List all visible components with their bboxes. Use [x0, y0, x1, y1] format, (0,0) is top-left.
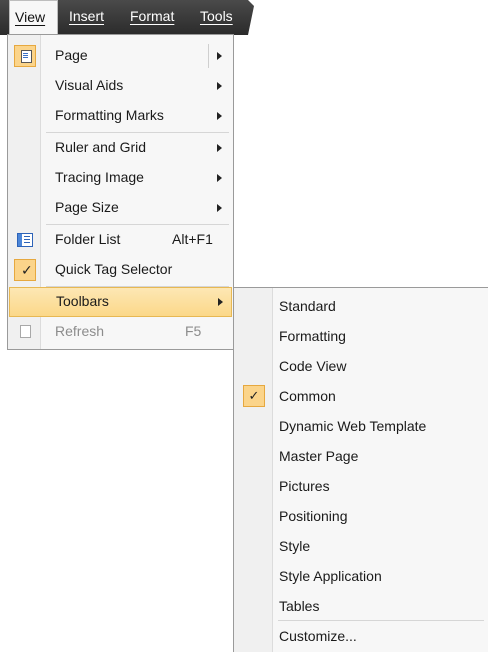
- menu-item-tracing-image[interactable]: Tracing Image: [9, 163, 232, 193]
- menu-bar: View Insert Format Tools: [0, 0, 254, 35]
- menu-item-visual-aids[interactable]: Visual Aids: [9, 71, 232, 101]
- toolbars-submenu: Standard Formatting Code View ✓ Common D…: [233, 287, 488, 652]
- menu-item-label: Tracing Image: [55, 169, 144, 185]
- menu-item-label: Toolbars: [56, 293, 109, 309]
- submenu-item-standard[interactable]: Standard: [234, 291, 488, 321]
- folder-list-icon: [14, 229, 36, 251]
- submenu-item-label: Style: [279, 538, 311, 554]
- menu-item-label: Refresh: [55, 323, 105, 339]
- menu-item-ruler-and-grid[interactable]: Ruler and Grid: [9, 133, 232, 163]
- menu-screenshot: View Insert Format Tools Page Visual Aid…: [0, 0, 488, 652]
- submenu-item-formatting[interactable]: Formatting: [234, 321, 488, 351]
- submenu-item-dynamic-web-template[interactable]: Dynamic Web Template: [234, 411, 488, 441]
- submenu-item-tables[interactable]: Tables: [234, 591, 488, 621]
- submenu-item-label: Standard: [279, 298, 336, 314]
- submenu-item-label: Style Application: [279, 568, 382, 584]
- submenu-item-customize[interactable]: Customize...: [234, 621, 488, 651]
- page-icon: [14, 45, 36, 67]
- checkmark-icon: ✓: [243, 385, 265, 407]
- menu-insert[interactable]: Insert: [69, 0, 104, 35]
- menu-item-quick-tag-selector[interactable]: ✓ Quick Tag Selector: [9, 255, 232, 285]
- submenu-item-master-page[interactable]: Master Page: [234, 441, 488, 471]
- submenu-item-label: Master Page: [279, 448, 359, 464]
- checkmark-icon: ✓: [14, 259, 36, 281]
- menu-item-label: Quick Tag Selector: [55, 261, 173, 277]
- menu-item-label: Ruler and Grid: [55, 139, 147, 155]
- submenu-item-label: Tables: [279, 598, 320, 614]
- submenu-arrow-icon: [217, 174, 222, 182]
- menu-item-refresh[interactable]: Refresh F5: [9, 317, 232, 347]
- menu-item-page-size[interactable]: Page Size: [9, 193, 232, 223]
- menu-view[interactable]: View: [9, 0, 58, 35]
- menu-item-folder-list[interactable]: Folder List Alt+F1: [9, 225, 232, 255]
- menu-tools[interactable]: Tools: [200, 0, 233, 35]
- submenu-arrow-icon: [218, 298, 223, 306]
- submenu-item-label: Formatting: [279, 328, 346, 344]
- menu-item-shortcut: Alt+F1: [172, 231, 213, 247]
- submenu-item-style[interactable]: Style: [234, 531, 488, 561]
- submenu-split-divider: [208, 44, 209, 68]
- refresh-icon: [14, 321, 36, 343]
- submenu-item-label: Positioning: [279, 508, 348, 524]
- menu-item-formatting-marks[interactable]: Formatting Marks: [9, 101, 232, 131]
- submenu-item-label: Common: [279, 388, 336, 404]
- menu-item-label: Page Size: [55, 199, 119, 215]
- menu-item-label: Page: [55, 47, 88, 63]
- view-menu: Page Visual Aids Formatting Marks Ruler …: [7, 34, 234, 350]
- menu-item-label: Formatting Marks: [55, 107, 164, 123]
- submenu-item-pictures[interactable]: Pictures: [234, 471, 488, 501]
- submenu-arrow-icon: [217, 52, 222, 60]
- submenu-item-label: Code View: [279, 358, 347, 374]
- submenu-item-label: Customize...: [279, 628, 357, 644]
- submenu-item-label: Dynamic Web Template: [279, 418, 427, 434]
- submenu-item-label: Pictures: [279, 478, 330, 494]
- submenu-item-positioning[interactable]: Positioning: [234, 501, 488, 531]
- submenu-item-style-application[interactable]: Style Application: [234, 561, 488, 591]
- submenu-item-common[interactable]: ✓ Common: [234, 381, 488, 411]
- menu-item-toolbars[interactable]: Toolbars: [9, 287, 232, 317]
- submenu-arrow-icon: [217, 82, 222, 90]
- submenu-arrow-icon: [217, 112, 222, 120]
- menu-item-page[interactable]: Page: [9, 41, 232, 71]
- submenu-arrow-icon: [217, 204, 222, 212]
- submenu-item-code-view[interactable]: Code View: [234, 351, 488, 381]
- menu-item-shortcut: F5: [185, 323, 202, 339]
- submenu-arrow-icon: [217, 144, 222, 152]
- menu-format[interactable]: Format: [130, 0, 174, 35]
- menu-item-label: Folder List: [55, 231, 121, 247]
- menu-item-label: Visual Aids: [55, 77, 124, 93]
